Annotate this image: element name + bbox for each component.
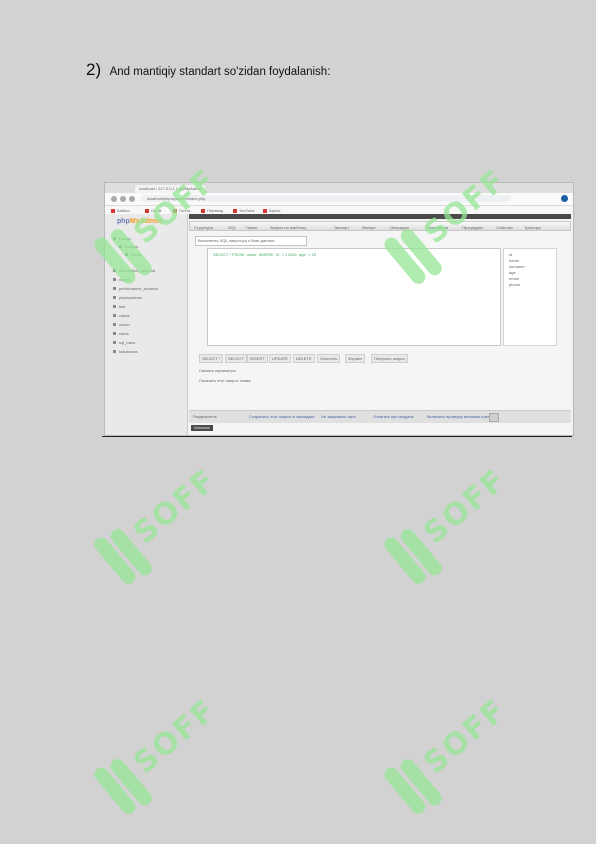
bind-params-option[interactable]: Связать параметры	[199, 368, 236, 373]
column-item[interactable]: surname	[509, 264, 525, 269]
column-item[interactable]: name	[509, 258, 519, 263]
watermark-text: SOFF	[417, 162, 514, 252]
tree-item[interactable]: test	[113, 304, 125, 309]
heading-number: 2)	[86, 60, 102, 79]
menu-item[interactable]: Запрос по шаблону	[270, 225, 306, 230]
insert-button[interactable]: INSERT	[247, 354, 268, 363]
bookmark-icon	[263, 208, 267, 213]
menu-item[interactable]: Экспорт	[334, 225, 349, 230]
tree-item[interactable]: sql_baza	[113, 340, 135, 345]
sql-button-row: SELECT * SELECT INSERT UPDATE DELETE Очи…	[199, 354, 559, 363]
select-all-button[interactable]: SELECT *	[199, 354, 224, 363]
rollback-option[interactable]: Откатить при неудаче	[373, 414, 414, 419]
sql-query-text: SELECT * FROM `users` WHERE `id` > 1 AND…	[213, 252, 317, 257]
watermark-text: SOFF	[127, 162, 224, 252]
format-button[interactable]: Формат	[345, 354, 366, 363]
watermark-text: SOFF	[127, 462, 224, 552]
extension-icon[interactable]	[561, 195, 568, 202]
watermark-logo: SOFF	[370, 446, 540, 614]
column-item[interactable]: age	[509, 270, 516, 275]
tree-item[interactable]: zakaz	[113, 313, 129, 318]
watermark-text: SOFF	[127, 692, 224, 782]
go-button[interactable]	[489, 413, 499, 422]
retain-box-option[interactable]: Не закрывать окно	[321, 414, 356, 419]
get-query-button[interactable]: Получить запрос	[371, 354, 409, 363]
column-item[interactable]: email	[509, 276, 519, 281]
watermark-logo: SOFF	[80, 676, 250, 844]
section-heading: 2) And mantiqiy standart so'zidan foydal…	[86, 60, 330, 80]
tree-item[interactable]: users	[113, 331, 129, 336]
delimiter-label: Разделитель	[193, 414, 217, 419]
watermark-text: SOFF	[417, 462, 514, 552]
delete-button[interactable]: DELETE	[293, 354, 315, 363]
separator-line	[102, 436, 572, 437]
bookmark-item[interactable]: YouTube	[233, 208, 255, 213]
show-query-option[interactable]: Показать этот запрос снова	[199, 378, 250, 383]
column-item[interactable]: phone	[509, 282, 520, 287]
watermark-logo: SOFF	[80, 446, 250, 614]
tree-item[interactable]: kutubxona	[113, 349, 137, 354]
query-options-bar: Разделитель Сохранить этот запрос в закл…	[189, 410, 571, 423]
watermark-logo: SOFF	[370, 676, 540, 844]
watermark-text: SOFF	[417, 692, 514, 782]
console-tab[interactable]: Консоль	[191, 425, 213, 431]
heading-text: And mantiqiy standart so'zidan foydalani…	[109, 66, 331, 78]
update-button[interactable]: UPDATE	[269, 354, 291, 363]
bookmark-item[interactable]: Карты	[263, 208, 280, 213]
select-button[interactable]: SELECT	[225, 354, 247, 363]
clear-button[interactable]: Очистить	[317, 354, 341, 363]
tree-item[interactable]: univer	[113, 322, 130, 327]
bookmark-query-option[interactable]: Сохранить этот запрос в закладках	[249, 414, 315, 419]
fk-check-option[interactable]: Включить проверку внешних ключей	[427, 414, 495, 419]
